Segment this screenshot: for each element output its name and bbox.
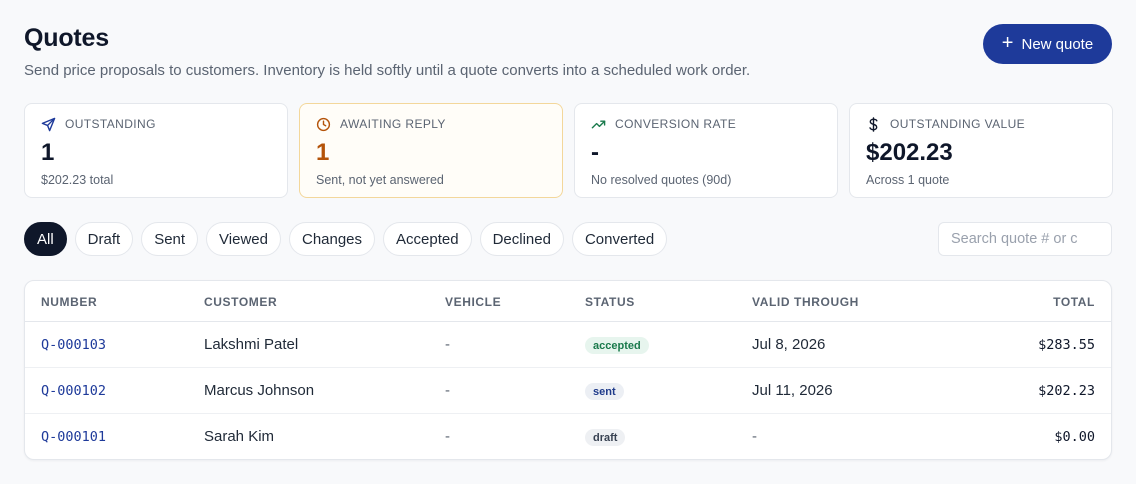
status-badge: draft [585,429,626,446]
filter-chip-all[interactable]: All [24,222,67,256]
filter-chip-sent[interactable]: Sent [141,222,199,256]
customer-name: Lakshmi Patel [204,336,299,353]
new-quote-button[interactable]: + New quote [983,24,1112,64]
filter-chip-accepted[interactable]: Accepted [383,222,472,256]
vehicle-cell: - [445,382,450,399]
vehicle-cell: - [445,428,450,445]
filter-chip-draft[interactable]: Draft [74,222,134,256]
stat-subtext: Sent, not yet answered [316,173,444,187]
quote-total: $202.23 [1038,383,1095,399]
status-filter-chips: All Draft Sent Viewed Changes Accepted D… [24,222,668,256]
stat-card-conversion-rate: CONVERSION RATE - No resolved quotes (90… [574,103,838,198]
filter-chip-converted[interactable]: Converted [571,222,668,256]
send-icon [41,117,56,131]
stat-subtext: Across 1 quote [866,173,950,187]
dollar-icon [869,116,878,132]
stat-card-outstanding-value: OUTSTANDING VALUE $202.23 Across 1 quote [849,103,1113,198]
quote-total: $283.55 [1038,337,1095,353]
stat-label: OUTSTANDING [65,117,156,131]
quotes-table: NUMBER CUSTOMER VEHICLE STATUS VALID THR… [24,280,1112,460]
new-quote-label: New quote [1021,35,1094,53]
stat-label: OUTSTANDING VALUE [890,117,1026,131]
table-header: NUMBER CUSTOMER VEHICLE STATUS VALID THR… [25,281,1111,322]
stat-card-outstanding: OUTSTANDING 1 $202.23 total [24,103,288,198]
valid-through-date: Jul 8, 2026 [752,336,826,353]
quote-total: $0.00 [1054,429,1095,445]
column-header-total[interactable]: TOTAL [1053,295,1095,309]
stat-label: CONVERSION RATE [615,117,737,131]
valid-through-date: - [752,428,757,445]
table-row[interactable]: Q-000101 Sarah Kim - draft - $0.00 [25,414,1111,459]
stat-value: 1 [316,139,330,166]
stats-row: OUTSTANDING 1 $202.23 total AWAITING REP… [24,103,1113,198]
table-row[interactable]: Q-000102 Marcus Johnson - sent Jul 11, 2… [25,368,1111,414]
clock-icon [316,117,331,131]
quote-number-link[interactable]: Q-000103 [41,337,106,353]
trending-up-icon [591,120,606,128]
search-input[interactable] [938,222,1112,256]
plus-icon: + [1001,32,1014,54]
customer-name: Marcus Johnson [204,382,315,399]
stat-subtext: No resolved quotes (90d) [591,173,732,187]
stat-value: 1 [41,139,55,166]
page-subtitle: Send price proposals to customers. Inven… [24,62,751,79]
stat-label: AWAITING REPLY [340,117,446,131]
stat-value: - [591,139,599,166]
stat-subtext: $202.23 total [41,173,114,187]
filter-chip-declined[interactable]: Declined [479,222,564,256]
customer-name: Sarah Kim [204,428,275,445]
quote-number-link[interactable]: Q-000102 [41,383,106,399]
stat-value: $202.23 [866,139,953,166]
status-badge: sent [585,383,624,400]
column-header-valid-through[interactable]: VALID THROUGH [752,295,859,309]
filter-chip-changes[interactable]: Changes [288,222,376,256]
stat-card-awaiting-reply: AWAITING REPLY 1 Sent, not yet answered [299,103,563,198]
vehicle-cell: - [445,336,450,353]
table-row[interactable]: Q-000103 Lakshmi Patel - accepted Jul 8,… [25,322,1111,368]
column-header-customer[interactable]: CUSTOMER [204,295,277,309]
valid-through-date: Jul 11, 2026 [752,382,833,399]
column-header-number[interactable]: NUMBER [41,295,97,309]
status-badge: accepted [585,337,649,354]
filter-chip-viewed[interactable]: Viewed [206,222,281,256]
quote-number-link[interactable]: Q-000101 [41,429,106,445]
column-header-status[interactable]: STATUS [585,295,635,309]
column-header-vehicle[interactable]: VEHICLE [445,295,501,309]
page-title: Quotes [24,24,109,52]
